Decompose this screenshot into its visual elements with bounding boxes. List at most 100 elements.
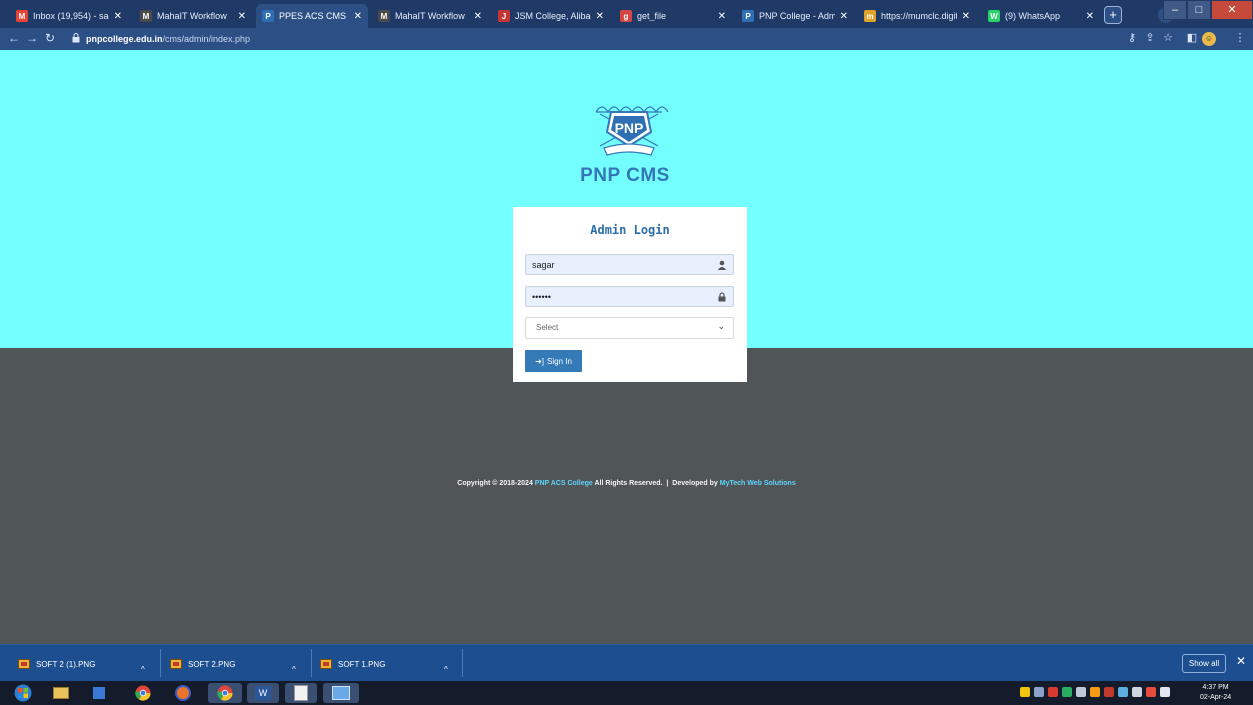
taskbar-explorer[interactable]	[48, 683, 74, 703]
downloads-bar: SOFT 2 (1).PNG ^ SOFT 2.PNG ^ SOFT 1.PNG…	[0, 644, 1253, 681]
role-select[interactable]: Select ⌄	[525, 317, 734, 339]
firefox-icon	[175, 685, 191, 701]
browser-tab[interactable]: W (9) WhatsApp ✕	[982, 4, 1100, 28]
username-field[interactable]	[525, 254, 734, 275]
clock-date: 02-Apr-24	[1200, 694, 1232, 701]
back-icon[interactable]: ←	[6, 31, 22, 45]
browser-tab[interactable]: g get_file ✕	[614, 4, 732, 28]
close-downloads-bar-icon[interactable]: ✕	[1236, 654, 1246, 668]
pnp-college-logo: PNP	[595, 106, 669, 156]
show-all-downloads-button[interactable]: Show all	[1182, 654, 1226, 673]
profile-avatar-icon[interactable]: ☺	[1202, 32, 1216, 46]
browser-tab[interactable]: M MahaIT Workflow ✕	[134, 4, 252, 28]
download-item[interactable]: SOFT 2.PNG	[170, 654, 235, 674]
divider	[160, 649, 161, 677]
bookmark-star-icon[interactable]: ☆	[1160, 31, 1176, 44]
tray-app-icon[interactable]	[1020, 687, 1030, 697]
tray-app-icon[interactable]	[1034, 687, 1044, 697]
browser-menu-icon[interactable]: ⋮	[1232, 31, 1248, 44]
college-crest-icon: P	[262, 10, 274, 22]
start-button[interactable]	[10, 683, 36, 703]
system-clock[interactable]: 4:37 PM 02-Apr-24	[1200, 683, 1231, 703]
admin-login-form: Admin Login Select ⌄ ➜] Sign In	[513, 207, 747, 382]
chrome-icon	[217, 685, 233, 701]
footer-rights: All Rights Reserved.	[594, 480, 663, 487]
close-tab-icon[interactable]: ✕	[1086, 11, 1094, 22]
lock-icon	[718, 292, 726, 302]
url-field[interactable]: pnpcollege.edu.in/cms/admin/index.php	[86, 31, 250, 47]
password-key-icon[interactable]: ⚷	[1124, 31, 1140, 44]
svg-text:PNP: PNP	[615, 120, 644, 136]
folder-icon	[53, 687, 69, 699]
volume-icon[interactable]	[1160, 687, 1170, 697]
minimize-button[interactable]: –	[1163, 0, 1187, 20]
taskbar-chrome[interactable]	[130, 683, 156, 703]
footer-background	[0, 348, 1253, 644]
browser-tab[interactable]: P PNP College - Admissi ✕	[736, 4, 854, 28]
battery-icon[interactable]	[1132, 687, 1142, 697]
download-options-icon[interactable]: ^	[292, 659, 296, 679]
tray-app-icon[interactable]	[1048, 687, 1058, 697]
browser-tab[interactable]: J JSM College, Alibag - F ✕	[492, 4, 610, 28]
download-options-icon[interactable]: ^	[444, 659, 448, 679]
windows-start-icon	[14, 684, 32, 702]
side-panel-icon[interactable]: ◧	[1184, 31, 1200, 44]
browser-tab[interactable]: M MahaIT Workflow ✕	[372, 4, 488, 28]
tray-app-icon[interactable]	[1062, 687, 1072, 697]
chrome-icon	[135, 685, 151, 701]
browser-tab-strip: M Inbox (19,954) - sagar. ✕ M MahaIT Workflo…	[0, 0, 1253, 28]
network-icon[interactable]	[1118, 687, 1128, 697]
sign-in-button[interactable]: ➜] Sign In	[525, 350, 582, 372]
tray-app-icon[interactable]	[1090, 687, 1100, 697]
taskbar-word[interactable]: W	[247, 683, 279, 703]
download-filename: SOFT 2.PNG	[188, 659, 236, 669]
forward-icon[interactable]: →	[24, 31, 40, 45]
image-file-icon	[320, 659, 332, 669]
download-item[interactable]: SOFT 2 (1).PNG	[18, 654, 95, 674]
window-close-button[interactable]: ✕	[1211, 0, 1253, 20]
clock-time: 4:37 PM	[1202, 684, 1229, 691]
tray-app-icon[interactable]	[1076, 687, 1086, 697]
taskbar-image-viewer[interactable]	[323, 683, 359, 703]
username-input[interactable]	[532, 258, 712, 272]
download-item[interactable]: SOFT 1.PNG	[320, 654, 385, 674]
download-options-icon[interactable]: ^	[141, 659, 145, 679]
taskbar-document-app[interactable]	[285, 683, 317, 703]
gmail-icon: M	[16, 10, 28, 22]
browser-tab[interactable]: P PPES ACS CMS ✕	[256, 4, 368, 28]
file-icon: g	[620, 10, 632, 22]
close-tab-icon[interactable]: ✕	[474, 11, 482, 22]
tray-app-icon[interactable]	[1104, 687, 1114, 697]
close-tab-icon[interactable]: ✕	[238, 11, 246, 22]
lock-icon[interactable]	[72, 33, 80, 43]
taskbar-media-player[interactable]	[86, 683, 112, 703]
footer-developer-link[interactable]: MyTech Web Solutions	[720, 480, 796, 487]
jsm-icon: J	[498, 10, 510, 22]
password-field[interactable]	[525, 286, 734, 307]
tab-title: get_file	[637, 11, 667, 21]
close-tab-icon[interactable]: ✕	[596, 11, 604, 22]
browser-tab[interactable]: m https://mumclc.digitalu ✕	[858, 4, 976, 28]
close-tab-icon[interactable]: ✕	[718, 11, 726, 22]
footer-college-link[interactable]: PNP ACS College	[535, 480, 593, 487]
sign-in-icon: ➜]	[535, 356, 545, 366]
taskbar-chrome-active[interactable]	[208, 683, 242, 703]
close-tab-icon[interactable]: ✕	[962, 11, 970, 22]
new-tab-button[interactable]: +	[1104, 6, 1122, 24]
download-filename: SOFT 1.PNG	[338, 659, 386, 669]
close-tab-icon[interactable]: ✕	[840, 11, 848, 22]
windows-taskbar: W 4:37 PM 02-Apr-24	[0, 681, 1253, 705]
mumclc-icon: m	[864, 10, 876, 22]
taskbar-firefox[interactable]	[170, 683, 196, 703]
tab-title: PNP College - Admissi	[759, 11, 835, 21]
close-tab-icon[interactable]: ✕	[114, 11, 122, 22]
password-input[interactable]	[532, 290, 712, 304]
action-center-flag-icon[interactable]	[1146, 687, 1156, 697]
close-tab-icon[interactable]: ✕	[354, 11, 362, 22]
browser-tab[interactable]: M Inbox (19,954) - sagar. ✕	[10, 4, 128, 28]
share-icon[interactable]: ⇪	[1142, 31, 1158, 44]
document-icon	[294, 685, 308, 701]
maximize-button[interactable]: □	[1187, 0, 1211, 20]
download-filename: SOFT 2 (1).PNG	[36, 659, 96, 669]
reload-icon[interactable]: ↻	[42, 31, 58, 45]
